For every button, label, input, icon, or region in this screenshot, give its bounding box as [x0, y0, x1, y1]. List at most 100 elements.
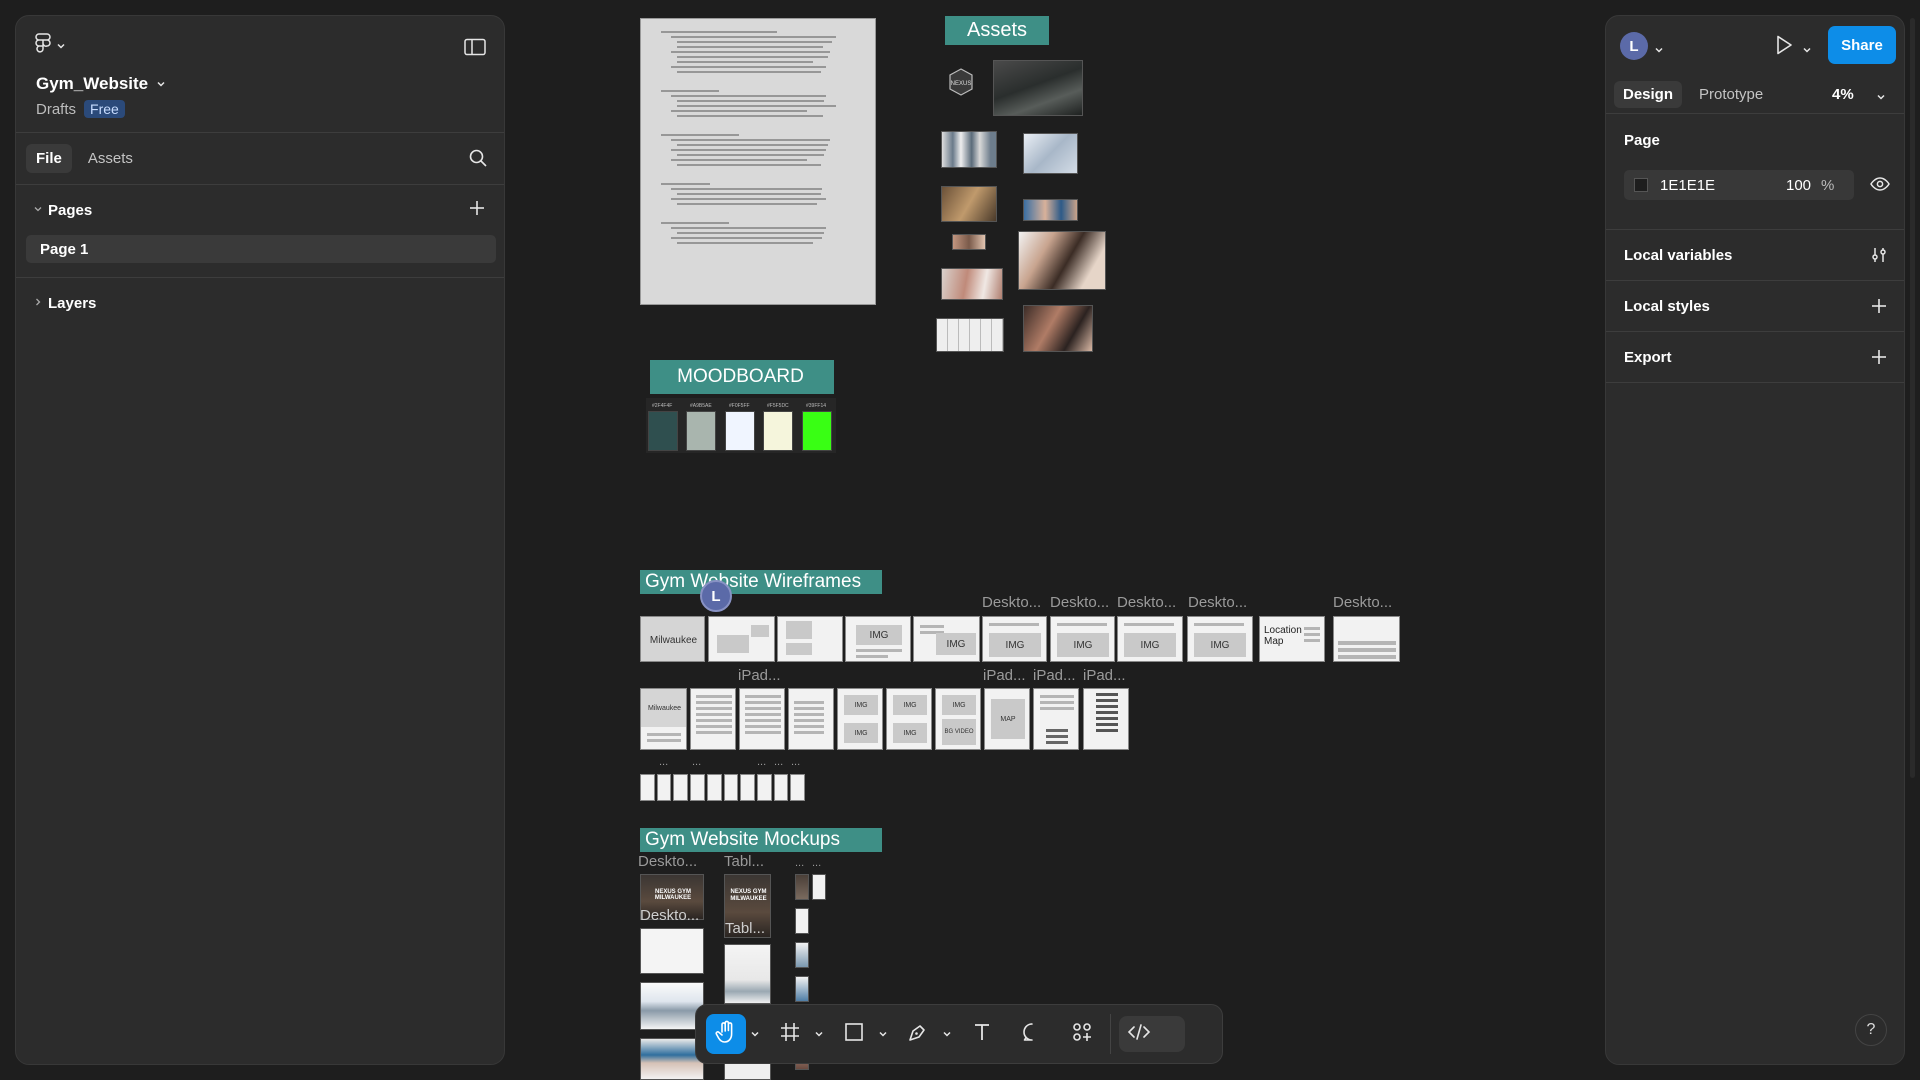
wireframe-desktop[interactable]: [777, 616, 843, 662]
color-swatch[interactable]: [686, 411, 716, 451]
frame-name[interactable]: ...: [795, 857, 804, 869]
asset-gym-photo[interactable]: [952, 234, 986, 250]
background-opacity-value[interactable]: 100: [1786, 177, 1811, 194]
variables-icon[interactable]: [1870, 246, 1888, 269]
mockup-mobile[interactable]: [812, 874, 826, 900]
frame-name[interactable]: iPad...: [1083, 667, 1126, 684]
asset-gym-photo[interactable]: [941, 268, 1003, 300]
frame-name[interactable]: ...: [791, 756, 800, 768]
frame-name[interactable]: Deskto...: [640, 907, 699, 924]
local-variables-row[interactable]: Local variables: [1606, 230, 1904, 281]
wireframe-ipad[interactable]: Milwaukee: [640, 688, 687, 750]
plan-badge[interactable]: Free: [84, 100, 125, 118]
tab-prototype[interactable]: Prototype: [1690, 81, 1772, 108]
style-guide-document[interactable]: [640, 18, 876, 305]
frame-name[interactable]: ...: [659, 756, 668, 768]
wireframe-mobile[interactable]: [773, 774, 789, 801]
frame-tool-button[interactable]: [770, 1014, 810, 1054]
wireframe-mobile[interactable]: [740, 774, 755, 801]
pages-section-header[interactable]: Pages: [16, 185, 504, 235]
add-page-button[interactable]: [468, 199, 486, 221]
frame-name[interactable]: Deskto...: [638, 853, 697, 870]
share-button[interactable]: Share: [1828, 26, 1896, 64]
actions-tool-button[interactable]: [1062, 1014, 1102, 1054]
asset-floorplan[interactable]: [936, 318, 1004, 352]
main-menu-button[interactable]: [34, 32, 66, 61]
comment-tool-button[interactable]: [1012, 1014, 1052, 1054]
wireframe-mobile[interactable]: [640, 774, 655, 801]
frame-name[interactable]: iPad...: [738, 667, 781, 684]
wireframe-mobile[interactable]: [790, 774, 806, 801]
asset-gym-photo[interactable]: [941, 131, 997, 168]
visibility-toggle[interactable]: [1870, 176, 1890, 197]
frame-name[interactable]: Deskto...: [982, 594, 1041, 611]
frame-name[interactable]: Tabl...: [724, 853, 764, 870]
asset-gym-photo[interactable]: [993, 60, 1083, 116]
text-tool-button[interactable]: [962, 1014, 1002, 1054]
wireframe-desktop[interactable]: IMG: [845, 616, 911, 662]
wireframe-desktop[interactable]: [708, 616, 775, 662]
asset-gym-photo[interactable]: [1023, 133, 1078, 174]
plus-icon[interactable]: [1870, 297, 1888, 320]
mockup-mobile[interactable]: [795, 908, 809, 934]
frame-name[interactable]: ...: [812, 857, 821, 869]
wireframe-desktop[interactable]: IMG: [1117, 616, 1183, 662]
wireframe-ipad[interactable]: IMG IMG: [886, 688, 932, 750]
wireframe-mobile[interactable]: [706, 774, 722, 801]
wireframe-ipad[interactable]: [690, 688, 736, 750]
page-background-field[interactable]: 1E1E1E 100 %: [1624, 170, 1854, 200]
file-name-button[interactable]: Gym_Website: [36, 74, 166, 94]
moodboard-frame[interactable]: #2F4F4F #A9B5AE #F0F5FF #F5F5DC #39FF14: [646, 398, 836, 453]
mockup-mobile[interactable]: [795, 874, 809, 900]
wireframe-ipad[interactable]: MAP: [984, 688, 1030, 750]
color-swatch[interactable]: [725, 411, 755, 451]
tab-assets[interactable]: Assets: [78, 144, 143, 173]
wireframe-mobile[interactable]: [690, 774, 705, 801]
chevron-down-icon[interactable]: [874, 1014, 892, 1054]
frame-name[interactable]: ...: [692, 756, 701, 768]
chevron-down-icon[interactable]: [1876, 89, 1886, 107]
chevron-down-icon[interactable]: [810, 1014, 828, 1054]
mockup-tablet[interactable]: [724, 944, 771, 1004]
mockup-mobile[interactable]: [795, 942, 809, 968]
wireframe-ipad[interactable]: [1033, 688, 1079, 750]
panel-scrollbar[interactable]: [1910, 18, 1915, 778]
wireframe-desktop[interactable]: IMG: [1050, 616, 1115, 662]
zoom-level[interactable]: 4%: [1832, 86, 1854, 103]
color-swatch[interactable]: [763, 411, 793, 451]
chevron-down-icon[interactable]: [1654, 42, 1664, 60]
tab-design[interactable]: Design: [1614, 81, 1683, 108]
frame-name[interactable]: Deskto...: [1333, 594, 1392, 611]
background-hex-value[interactable]: 1E1E1E: [1660, 177, 1780, 194]
local-styles-row[interactable]: Local styles: [1606, 281, 1904, 332]
wireframe-desktop[interactable]: IMG: [982, 616, 1047, 662]
wireframe-ipad[interactable]: IMG BG VIDEO: [935, 688, 981, 750]
hand-tool-button[interactable]: [706, 1014, 746, 1054]
page-item[interactable]: Page 1: [26, 235, 496, 263]
wireframe-ipad[interactable]: [1083, 688, 1129, 750]
chevron-down-icon[interactable]: [1802, 42, 1812, 60]
asset-logo[interactable]: NEXUS: [948, 68, 974, 96]
wireframe-mobile[interactable]: [723, 774, 739, 801]
dev-mode-toggle[interactable]: [1119, 1016, 1185, 1052]
export-row[interactable]: Export: [1606, 332, 1904, 383]
help-button[interactable]: ?: [1855, 1014, 1887, 1046]
wireframe-ipad[interactable]: [788, 688, 834, 750]
rectangle-tool-button[interactable]: [834, 1014, 874, 1054]
frame-name[interactable]: ...: [774, 756, 783, 768]
wireframe-mobile[interactable]: [756, 774, 772, 801]
chevron-down-icon[interactable]: [746, 1014, 764, 1054]
tab-file[interactable]: File: [26, 144, 72, 173]
wireframes-section-label[interactable]: Gym Website Wireframes: [640, 570, 882, 594]
frame-name[interactable]: Deskto...: [1050, 594, 1109, 611]
wireframe-mobile[interactable]: [673, 774, 689, 801]
frame-name[interactable]: ...: [757, 756, 766, 768]
frame-name[interactable]: Deskto...: [1188, 594, 1247, 611]
wireframe-ipad[interactable]: [739, 688, 785, 750]
frame-name[interactable]: iPad...: [983, 667, 1026, 684]
asset-gym-photo[interactable]: [1018, 231, 1106, 290]
sidebar-toggle-button[interactable]: [464, 38, 486, 61]
mockups-section-label[interactable]: Gym Website Mockups: [640, 828, 882, 852]
color-swatch[interactable]: [802, 411, 832, 451]
wireframe-desktop[interactable]: IMG: [913, 616, 980, 662]
